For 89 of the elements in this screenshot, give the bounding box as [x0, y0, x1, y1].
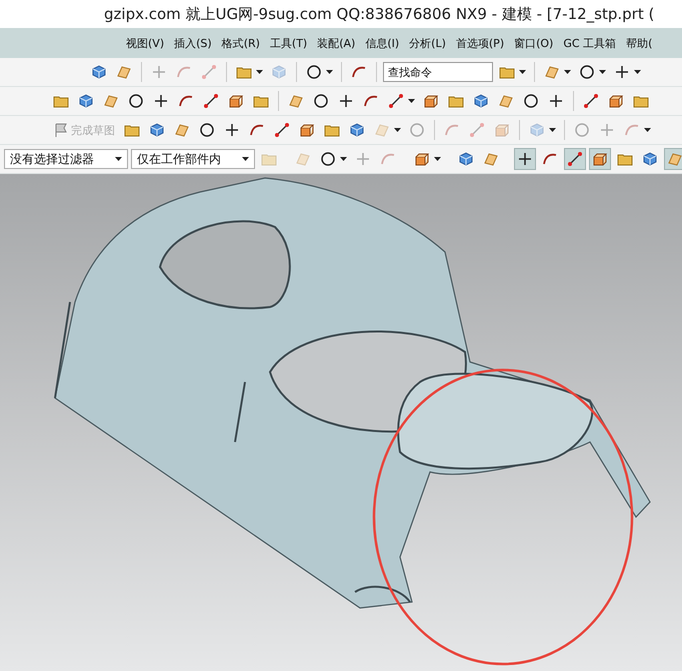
sheet-icon [498, 93, 514, 109]
caret-icon [242, 157, 249, 161]
caret-icon[interactable] [256, 70, 263, 74]
caret-icon[interactable] [434, 157, 441, 161]
sheet-icon [103, 93, 119, 109]
cube-icon [458, 151, 474, 167]
circle-icon [128, 93, 144, 109]
caret-icon[interactable] [519, 70, 526, 74]
curve-icon [444, 122, 460, 138]
cube-icon [349, 122, 365, 138]
circle-icon [579, 64, 595, 80]
curve-icon [178, 93, 194, 109]
cube-icon [149, 122, 165, 138]
sheet-icon [483, 151, 499, 167]
window-title: gzipx.com 就上UG网-9sug.com QQ:838676806 NX9 - 建模 - [7-12_stp.prt ( [104, 4, 654, 24]
caret-icon[interactable] [634, 70, 641, 74]
filter-dropdown[interactable]: 没有选择过滤器 [4, 149, 128, 169]
line-icon [583, 93, 599, 109]
search-field[interactable]: 查找命令 [383, 62, 493, 82]
line-icon [388, 93, 404, 109]
circle-icon [574, 122, 590, 138]
cross-icon [614, 64, 630, 80]
curve-icon [176, 64, 192, 80]
cross-icon [151, 64, 167, 80]
circle-icon [313, 93, 329, 109]
cube-icon [529, 122, 545, 138]
circle-icon [306, 64, 322, 80]
curve-icon [380, 151, 396, 167]
menu-item[interactable]: GC 工具箱 [563, 36, 616, 50]
sheet-icon [116, 64, 132, 80]
menu-item[interactable]: 窗口(O) [514, 36, 554, 50]
sheet-icon [288, 93, 304, 109]
sheet-icon [667, 151, 682, 167]
menu-item[interactable]: 首选项(P) [456, 36, 504, 50]
flag-icon [53, 122, 69, 138]
menu-item[interactable]: 格式(R) [222, 36, 260, 50]
toolbar-button[interactable] [514, 148, 536, 170]
cross-icon [153, 93, 169, 109]
cube-icon [642, 151, 658, 167]
block-icon [299, 122, 315, 138]
menu-item[interactable]: 工具(T) [270, 36, 308, 50]
curve-icon [542, 151, 558, 167]
circle-icon [409, 122, 425, 138]
toolbar-button[interactable] [564, 148, 586, 170]
caret-icon[interactable] [326, 70, 333, 74]
sheet-icon [544, 64, 560, 80]
caret-icon[interactable] [408, 99, 415, 103]
line-icon [567, 151, 583, 167]
cube-icon [271, 64, 287, 80]
cross-icon [517, 151, 533, 167]
curve-icon [249, 122, 265, 138]
curve-icon [624, 122, 640, 138]
block-icon [608, 93, 624, 109]
sheet-icon [374, 122, 390, 138]
cross-icon [355, 151, 371, 167]
cube-icon [473, 93, 489, 109]
line-icon [203, 93, 219, 109]
cross-icon [224, 122, 240, 138]
block-icon [414, 151, 430, 167]
cross-icon [599, 122, 615, 138]
caret-icon[interactable] [340, 157, 347, 161]
circle-icon [199, 122, 215, 138]
block-icon [228, 93, 244, 109]
block-icon [494, 122, 510, 138]
menu-item[interactable]: 装配(A) [317, 36, 356, 50]
line-icon [469, 122, 485, 138]
sheet-icon [295, 151, 311, 167]
caret-icon[interactable] [599, 70, 606, 74]
line-icon [274, 122, 290, 138]
menu-item[interactable]: 帮助( [626, 36, 652, 50]
filter-dropdown[interactable]: 仅在工作部件内 [131, 149, 255, 169]
block-icon [423, 93, 439, 109]
circle-icon [320, 151, 336, 167]
menu-item[interactable]: 信息(I) [365, 36, 400, 50]
circle-icon [523, 93, 539, 109]
cross-icon [548, 93, 564, 109]
menu-item[interactable]: 分析(L) [409, 36, 446, 50]
curve-icon [363, 93, 379, 109]
caret-icon [115, 157, 122, 161]
sheet-icon [174, 122, 190, 138]
caret-icon[interactable] [564, 70, 571, 74]
cross-icon [338, 93, 354, 109]
line-icon [201, 64, 217, 80]
menu-item[interactable]: 插入(S) [174, 36, 212, 50]
menu-item[interactable]: 视图(V) [126, 36, 164, 50]
cube-icon [91, 64, 107, 80]
cube-icon [78, 93, 94, 109]
block-icon [592, 151, 608, 167]
curve-icon [351, 64, 367, 80]
